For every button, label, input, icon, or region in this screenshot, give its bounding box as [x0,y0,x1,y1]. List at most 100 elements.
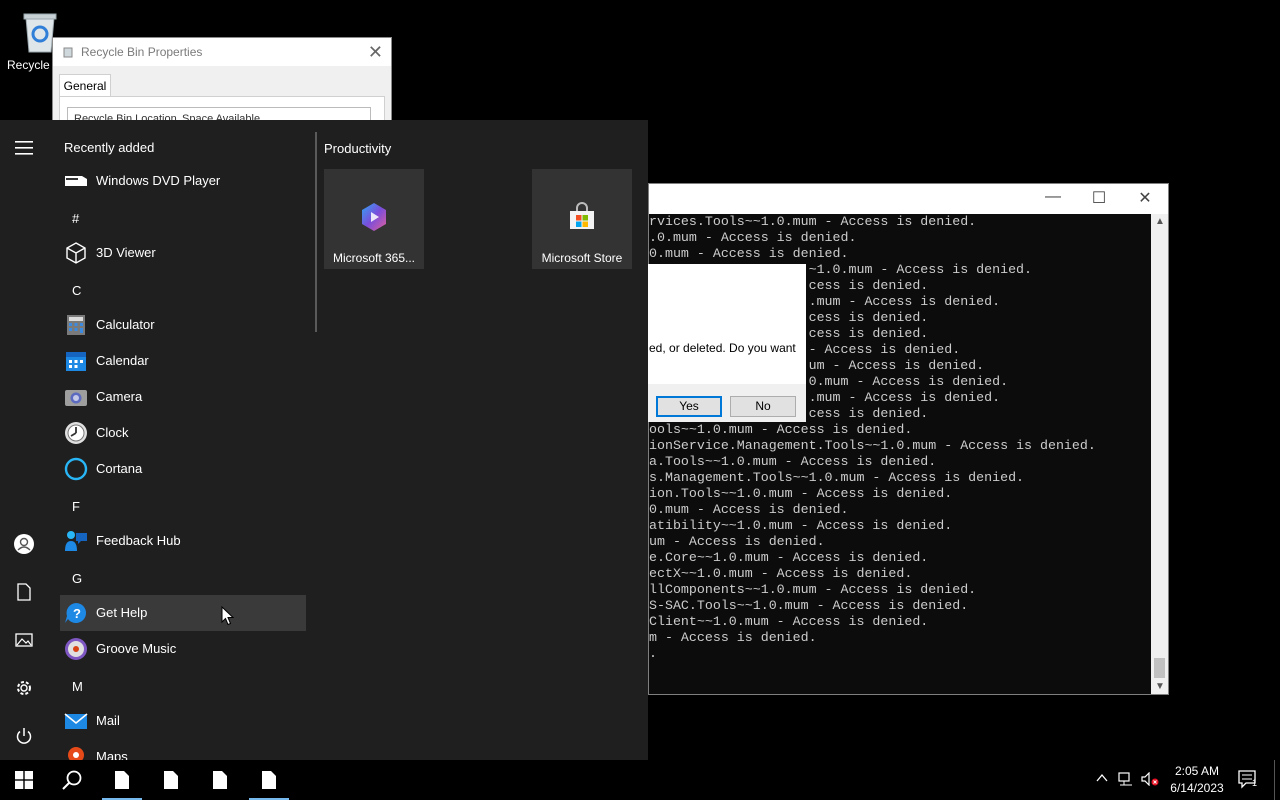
productivity-group-header: Productivity [324,141,392,156]
alpha-group-letter[interactable]: M [72,679,83,694]
clock-time: 2:05 AM [1174,764,1220,778]
search-icon [62,770,82,790]
show-desktop-button[interactable] [1274,760,1275,800]
alpha-group-letter[interactable]: G [72,571,82,586]
console-scrollbar[interactable]: ▲ ▼ [1151,214,1168,694]
m365-icon [362,203,386,231]
scroll-down-icon[interactable]: ▼ [1155,681,1165,692]
pictures-icon[interactable] [12,628,36,652]
taskbar-app-4[interactable] [245,760,293,800]
tile-microsoft-365[interactable]: Microsoft 365... [324,169,424,269]
app-item-clock[interactable]: Clock [60,415,306,451]
minimize-icon[interactable]: — [1030,188,1076,206]
notification-count: 1 [1252,778,1258,788]
store-icon [570,202,594,229]
app-item-get-help[interactable]: ? Get Help [60,595,306,631]
tab-general[interactable]: General [59,74,111,97]
dialog-body: ed, or deleted. Do you want [648,264,806,384]
user-account-icon[interactable] [12,532,36,556]
app-name: Maps [96,749,128,760]
settings-gear-icon[interactable] [12,676,36,700]
app-item-calculator[interactable]: Calculator [60,307,306,343]
app-item-maps[interactable]: Maps [60,739,306,760]
notification-center-icon[interactable]: 1 [1238,770,1260,793]
console-line: ools~~1.0.mum - Access is denied. [649,422,913,437]
console-line: rvices.Tools~~1.0.mum - Access is denied… [649,214,977,229]
console-line: ectX~~1.0.mum - Access is denied. [649,566,913,581]
app-item-camera[interactable]: Camera [60,379,306,415]
app-item-windows-dvd-player[interactable]: Windows DVD Player [60,163,306,199]
app-item-feedback-hub[interactable]: Feedback Hub [60,523,306,559]
power-icon[interactable] [12,724,36,748]
console-line: um - Access is denied. [649,534,825,549]
app-name: Calculator [96,317,155,332]
system-clock[interactable]: 2:05 AM 6/14/2023 [1160,763,1234,797]
mouse-cursor-icon [221,606,235,626]
cortana-icon [64,457,88,481]
svg-text:?: ? [73,606,81,621]
document-icon [262,771,276,789]
alpha-group-letter[interactable]: C [72,283,81,298]
app-list-scrollbar[interactable] [315,132,317,332]
start-menu: Recently added Windows DVD Player #3D Vie… [0,120,648,760]
app-item-groove-music[interactable]: Groove Music [60,631,306,667]
taskbar-app-2[interactable] [147,760,195,800]
console-line: .0.mum - Access is denied. [649,230,857,245]
clock-date: 6/14/2023 [1170,781,1224,795]
tile-label: Microsoft 365... [332,251,416,265]
hamburger-menu-icon[interactable] [12,136,36,160]
console-window[interactable]: — ☐ ✕ rvices.Tools~~1.0.mum - Access is … [648,183,1169,695]
documents-icon[interactable] [12,580,36,604]
maximize-icon[interactable]: ☐ [1076,188,1122,208]
console-line: . [649,646,657,661]
confirm-dialog: ed, or deleted. Do you want Yes No [648,264,806,422]
help-icon: ? [64,601,88,625]
scroll-thumb[interactable] [1154,658,1165,678]
app-item-mail[interactable]: Mail [60,703,306,739]
taskbar: 2:05 AM 6/14/2023 1 [0,760,1280,800]
app-name: Cortana [96,461,143,476]
calculator-icon [64,313,88,337]
alpha-group-letter[interactable]: # [72,211,79,226]
search-button[interactable] [48,760,96,800]
start-button[interactable] [0,760,48,800]
maps-icon [64,745,88,760]
console-line: atibility~~1.0.mum - Access is denied. [649,518,953,533]
feedback-icon [64,529,88,553]
document-icon [115,771,129,789]
document-icon [213,771,227,789]
props-titlebar[interactable]: Recycle Bin Properties ✕ [53,38,391,66]
console-line: Client~~1.0.mum - Access is denied. [649,614,929,629]
app-item-cortana[interactable]: Cortana [60,451,306,487]
app-name: Groove Music [96,641,177,656]
camera-icon [64,385,88,409]
scroll-up-icon[interactable]: ▲ [1155,216,1165,227]
app-list[interactable]: Recently added Windows DVD Player #3D Vie… [60,120,306,760]
app-item-calendar[interactable]: Calendar [60,343,306,379]
volume-muted-icon[interactable] [1141,771,1159,789]
close-icon[interactable]: ✕ [1122,188,1168,208]
calendar-icon [64,349,88,373]
taskbar-app-3[interactable] [196,760,244,800]
network-icon[interactable] [1118,772,1134,789]
clock-icon [64,421,88,445]
console-line: ion.Tools~~1.0.mum - Access is denied. [649,486,953,501]
taskbar-app-1[interactable] [98,760,146,800]
recycle-bin-small-icon [63,47,73,58]
console-line: e.Core~~1.0.mum - Access is denied. [649,550,929,565]
app-item-3d-viewer[interactable]: 3D Viewer [60,235,306,271]
app-name: 3D Viewer [96,245,156,260]
tile-microsoft-store[interactable]: Microsoft Store [532,169,632,269]
console-line: 0.mum - Access is denied. [649,502,849,517]
console-line: llComponents~~1.0.mum - Access is denied… [649,582,977,597]
app-name: Windows DVD Player [96,173,221,188]
chevron-up-icon[interactable] [1096,772,1108,786]
app-name: Get Help [96,605,148,620]
close-icon[interactable]: ✕ [368,42,383,63]
no-button[interactable]: No [730,396,796,417]
console-titlebar[interactable]: — ☐ ✕ [649,184,1168,214]
alpha-group-letter[interactable]: F [72,499,80,514]
app-name: Camera [96,389,143,404]
document-icon [164,771,178,789]
yes-button[interactable]: Yes [656,396,722,417]
